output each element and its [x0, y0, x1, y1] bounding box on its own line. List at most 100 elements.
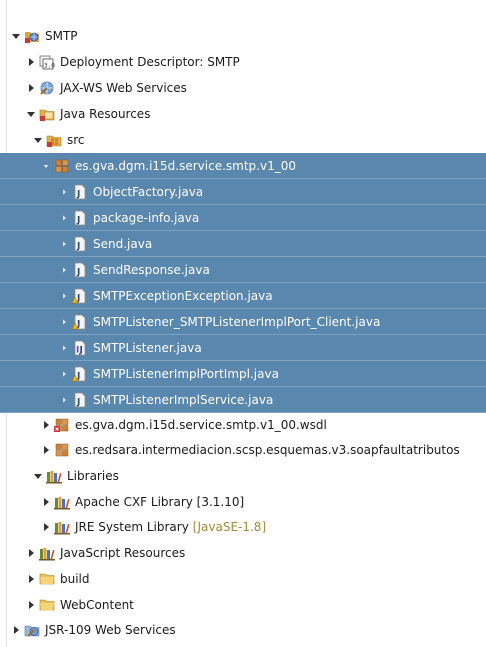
- expand-toggle-icon[interactable]: [25, 599, 37, 611]
- svg-text:J: J: [76, 397, 80, 407]
- expand-toggle-icon[interactable]: [58, 394, 70, 406]
- java-file-icon: J: [72, 210, 88, 226]
- expand-toggle-icon[interactable]: [25, 573, 37, 585]
- tree-item-deployment[interactable]: 3.0 Deployment Descriptor: SMTP: [0, 49, 486, 75]
- tree-item-smtpclient[interactable]: J SMTPListener_SMTPListenerImplPort_Clien…: [0, 309, 486, 335]
- tree-item-decoration: [JavaSE-1.8]: [192, 520, 267, 534]
- package-icon: [54, 158, 70, 174]
- tree-item-pkg[interactable]: es.gva.dgm.i15d.service.smtp.v1_00: [0, 153, 486, 179]
- tree-item-smtplistener[interactable]: I J SMTPListener.java: [0, 335, 486, 361]
- tree-item-build[interactable]: build: [0, 566, 486, 592]
- tree-item-label: SendResponse.java: [93, 262, 210, 277]
- package-icon: [54, 442, 70, 458]
- tree-item-javares[interactable]: Java Resources: [0, 101, 486, 127]
- svg-text:J: J: [76, 189, 80, 199]
- tree-item-smtpimpl[interactable]: J SMTPListenerImplPortImpl.java: [0, 361, 486, 387]
- expand-toggle-icon[interactable]: [40, 419, 52, 431]
- java-file-warning-icon: J: [72, 366, 88, 382]
- tree-item-label: Send.java: [93, 236, 153, 251]
- tree-item-label: SMTPListener.java: [93, 340, 202, 355]
- folder-icon: [39, 571, 55, 587]
- expand-toggle-icon[interactable]: [25, 547, 37, 559]
- tree-item-jre[interactable]: JRE System Library [JavaSE-1.8]: [0, 514, 486, 540]
- tree-item-wsdlpkg[interactable]: es.gva.dgm.i15d.service.smtp.v1_00.wsdl: [0, 412, 486, 438]
- collapse-toggle-icon[interactable]: [32, 470, 44, 482]
- tree-item-label: SMTPListenerImplService.java: [93, 392, 274, 407]
- expand-toggle-icon[interactable]: [40, 496, 52, 508]
- deployment-descriptor-icon: 3.0: [39, 54, 55, 70]
- tree-item-src[interactable]: src: [0, 127, 486, 153]
- expand-toggle-icon[interactable]: [58, 342, 70, 354]
- java-file-icon: J: [72, 236, 88, 252]
- expand-toggle-icon[interactable]: [58, 290, 70, 302]
- tree-item-webcontent[interactable]: WebContent: [0, 592, 486, 618]
- collapse-toggle-icon[interactable]: [25, 108, 37, 120]
- tree-item-label: ObjectFactory.java: [93, 184, 204, 199]
- tree-item-label: WebContent: [60, 598, 134, 612]
- tree-item-label: package-info.java: [93, 210, 200, 225]
- java-file-icon: J: [72, 392, 88, 408]
- expand-toggle-icon[interactable]: [58, 368, 70, 380]
- tree-item-label: build: [60, 572, 90, 586]
- expand-toggle-icon[interactable]: [40, 521, 52, 533]
- tree-item-jsr109[interactable]: JSR-109 Web Services: [0, 617, 486, 643]
- expand-toggle-icon[interactable]: [40, 444, 52, 456]
- svg-text:J: J: [76, 241, 80, 251]
- collapse-toggle-icon[interactable]: [32, 134, 44, 146]
- java-interface-icon: IJ: [72, 340, 88, 356]
- tree-item-label: SMTPListener_SMTPListenerImplPort_Client…: [93, 314, 381, 329]
- tree-item-label: SMTP: [45, 29, 78, 43]
- tree-item-label: es.gva.dgm.i15d.service.smtp.v1_00: [75, 158, 296, 173]
- tree-item-smtpservice[interactable]: J SMTPListenerImplService.java: [0, 387, 486, 413]
- tree-item-objfactory[interactable]: J ObjectFactory.java: [0, 179, 486, 205]
- java-file-warning-icon: J: [72, 314, 88, 330]
- web-services-icon: [39, 80, 55, 96]
- tree-item-cxf[interactable]: Apache CXF Library [3.1.10]: [0, 489, 486, 515]
- tree-item-label: Libraries: [67, 469, 119, 483]
- library-icon: [54, 519, 70, 535]
- tree-item-redsara[interactable]: es.redsara.intermediacion.scsp.esquemas.…: [0, 437, 486, 463]
- tree-item-label: JSR-109 Web Services: [45, 623, 176, 637]
- folder-icon: [39, 597, 55, 613]
- project-explorer-tree: SMTP 3.0 Deployment Descriptor: SMTP JAX-WS…: [0, 0, 486, 647]
- tree-item-smtp[interactable]: SMTP: [0, 23, 486, 49]
- tree-item-label: Java Resources: [60, 107, 151, 121]
- tree-item-pkginfo[interactable]: Jpackage-info.java: [0, 205, 486, 231]
- expand-toggle-icon[interactable]: [58, 238, 70, 250]
- library-icon: [46, 468, 62, 484]
- tree-item-send[interactable]: J Send.java: [0, 231, 486, 257]
- web-project-icon: [24, 28, 40, 44]
- svg-text:J: J: [76, 215, 80, 225]
- expand-toggle-icon[interactable]: [58, 186, 70, 198]
- tree-item-jsres[interactable]: JavaScript Resources: [0, 540, 486, 566]
- tree-item-label: JAX-WS Web Services: [60, 81, 187, 95]
- java-file-icon: J: [72, 262, 88, 278]
- library-icon: [39, 545, 55, 561]
- collapse-toggle-icon[interactable]: [10, 30, 22, 42]
- expand-toggle-icon[interactable]: [58, 264, 70, 276]
- java-file-warning-icon: J: [72, 288, 88, 304]
- java-resources-icon: [39, 106, 55, 122]
- tree-item-label: Deployment Descriptor: SMTP: [60, 55, 240, 69]
- source-folder-icon: [46, 132, 62, 148]
- expand-toggle-icon[interactable]: [10, 624, 22, 636]
- svg-text:3.0: 3.0: [44, 63, 55, 70]
- tree-item-label: SMTPExceptionException.java: [93, 288, 273, 303]
- library-icon: [54, 494, 70, 510]
- tree-item-libraries[interactable]: Libraries: [0, 463, 486, 489]
- svg-text:J: J: [76, 267, 80, 277]
- expand-toggle-icon[interactable]: [25, 56, 37, 68]
- tree-item-label: es.gva.dgm.i15d.service.smtp.v1_00.wsdl: [75, 418, 327, 432]
- jsr-web-services-icon: [24, 622, 40, 638]
- package-error-icon: [54, 417, 70, 433]
- expand-toggle-icon[interactable]: [58, 212, 70, 224]
- tree-item-smtpex[interactable]: J SMTPExceptionException.java: [0, 283, 486, 309]
- tree-item-sendresp[interactable]: J SendResponse.java: [0, 257, 486, 283]
- java-file-icon: J: [72, 184, 88, 200]
- tree-item-label: JRE System Library: [75, 520, 189, 534]
- collapse-toggle-icon[interactable]: [40, 160, 52, 172]
- expand-toggle-icon[interactable]: [58, 316, 70, 328]
- tree-item-label: Apache CXF Library [3.1.10]: [75, 495, 245, 509]
- tree-item-jaxws[interactable]: JAX-WS Web Services: [0, 75, 486, 101]
- expand-toggle-icon[interactable]: [25, 82, 37, 94]
